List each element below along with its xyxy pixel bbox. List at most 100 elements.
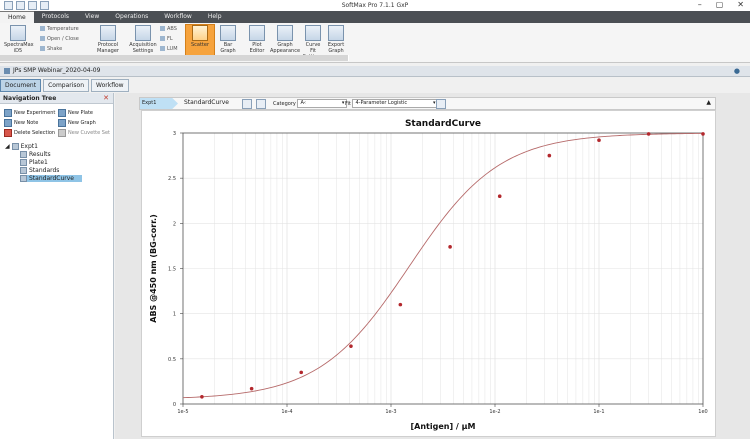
tree-node-expt1[interactable]: ◢ Expt1: [5, 143, 38, 150]
close-button[interactable]: ✕: [737, 0, 744, 9]
delete-selection-button[interactable]: Delete Selection: [4, 129, 55, 137]
bar-chart-icon: [220, 25, 236, 41]
expand-icon[interactable]: ◢: [5, 143, 10, 150]
protocol-manager-button[interactable]: Protocol Manager: [96, 25, 120, 54]
new-experiment-button[interactable]: New Experiment: [4, 109, 55, 117]
palette-icon: [277, 25, 293, 41]
abs-button[interactable]: ABS: [160, 26, 177, 32]
data-point: [299, 370, 304, 375]
experiment-icon: [4, 109, 12, 117]
export-graph-button[interactable]: Export Graph: [326, 25, 346, 54]
tab-workflow[interactable]: Workflow: [91, 79, 129, 92]
results-icon: [20, 151, 27, 158]
tree-node-plate1[interactable]: Plate1: [20, 159, 48, 166]
data-point: [701, 132, 705, 136]
graph-card: 1e-5 1e-4 1e-3 1e-2 1e-1 1e0 0 0.5 1 1.5 2 2.5 3 Stan…: [141, 110, 716, 437]
abs-icon: [160, 26, 165, 31]
x-tick-label: 1e0: [698, 409, 707, 415]
navigation-panel: Navigation Tree ✕ New Experiment New Pla…: [0, 93, 114, 439]
y-tick-label: 2.5: [168, 176, 176, 182]
temperature-button[interactable]: Temperature: [40, 26, 79, 32]
menu-operations[interactable]: Operations: [107, 11, 156, 23]
collapse-icon[interactable]: ▲: [706, 99, 711, 106]
category-dropdown[interactable]: A‹ ▾: [297, 99, 348, 108]
menu-help[interactable]: Help: [200, 11, 230, 23]
y-tick-label: 0.5: [168, 357, 176, 363]
help-icon[interactable]: ●: [734, 67, 740, 75]
lum-button[interactable]: LUM: [160, 46, 178, 52]
tree-node-standardcurve[interactable]: StandardCurve: [20, 175, 82, 182]
menu-view[interactable]: View: [77, 11, 107, 23]
new-plate-button[interactable]: New Plate: [58, 109, 93, 117]
tab-document[interactable]: Document: [0, 79, 42, 92]
plot-editor-button[interactable]: Plot Editor: [246, 25, 268, 54]
menu-bar: Home Protocols View Operations Workflow …: [0, 11, 750, 24]
bar-graph-button[interactable]: Bar Graph: [216, 25, 240, 54]
acquisition-settings-button[interactable]: Acquisition Settings: [128, 25, 158, 54]
y-axis-label: ABS @450 nm (BG-corr.): [149, 214, 158, 322]
graph-settings-icon[interactable]: [242, 99, 252, 109]
tree-node-standards[interactable]: Standards: [20, 167, 59, 174]
data-point: [249, 386, 254, 391]
ribbon-group-label: [244, 55, 349, 61]
new-graph-button[interactable]: New Graph: [58, 119, 96, 127]
data-point: [349, 344, 353, 348]
fl-icon: [160, 36, 165, 41]
new-note-button[interactable]: New Note: [4, 119, 38, 127]
ribbon-group-label: [36, 55, 93, 61]
tree-node-results[interactable]: Results: [20, 151, 51, 158]
menu-protocols[interactable]: Protocols: [34, 11, 77, 23]
lum-icon: [160, 46, 165, 51]
ribbon-group-label: [182, 55, 245, 61]
app-title: SoftMax Pro 7.1.1 GxP: [341, 2, 409, 9]
y-tick-label: 1.5: [168, 267, 176, 273]
fit-dropdown[interactable]: 4-Parameter Logistic ▾: [352, 99, 439, 108]
fit-selector[interactable]: Fit 4-Parameter Logistic ▾: [345, 99, 439, 108]
cuvette-icon: [58, 129, 66, 137]
menu-workflow[interactable]: Workflow: [156, 11, 200, 23]
document-name: JPs SMP Webinar_2020-04-09: [13, 67, 101, 74]
instrument-icon: [10, 25, 26, 41]
shake-button[interactable]: Shake: [40, 46, 62, 52]
document-tabs: Document Comparison Workflow: [0, 79, 129, 92]
print-icon[interactable]: [256, 99, 266, 109]
data-point: [200, 394, 204, 399]
graph-icon: [20, 175, 27, 182]
spectramax-button[interactable]: SpectraMax iD5: [4, 25, 34, 54]
experiment-tab[interactable]: Expt1: [140, 98, 178, 109]
document-bar: JPs SMP Webinar_2020-04-09 ●: [0, 66, 750, 77]
open-close-button[interactable]: Open / Close: [40, 36, 79, 42]
y-tick-label: 1: [173, 312, 176, 318]
graph-name: StandardCurve: [184, 99, 229, 106]
new-cuvette-set-button[interactable]: New Cuvette Set: [58, 129, 110, 137]
x-tick-label: 1e-2: [489, 409, 500, 415]
protocol-icon: [100, 25, 116, 41]
fl-button[interactable]: FL: [160, 36, 173, 42]
data-point: [646, 132, 651, 136]
data-point: [597, 138, 601, 143]
plate-icon: [58, 109, 66, 117]
minimize-button[interactable]: –: [698, 0, 702, 9]
plate-icon: [20, 159, 27, 166]
chart-title: StandardCurve: [405, 119, 481, 129]
scatter-button[interactable]: Scatter: [185, 24, 215, 57]
maximize-button[interactable]: ▢: [716, 0, 724, 9]
table-icon: [20, 167, 27, 174]
navigation-tree-header: Navigation Tree ✕: [0, 93, 113, 104]
data-point: [448, 245, 452, 249]
curve-fit-icon: [305, 25, 321, 41]
fit-settings-icon[interactable]: [436, 99, 446, 109]
settings-icon: [135, 25, 151, 41]
y-tick-label: 2: [173, 221, 176, 227]
graph-icon: [58, 119, 66, 127]
scatter-chart-icon: [192, 25, 208, 41]
x-tick-label: 1e-3: [385, 409, 396, 415]
category-selector[interactable]: Category A‹ ▾: [273, 99, 348, 108]
graph-appearance-button[interactable]: Graph Appearance: [270, 25, 300, 54]
tab-comparison[interactable]: Comparison: [43, 79, 90, 92]
delete-icon: [4, 129, 12, 137]
note-icon: [4, 119, 12, 127]
pin-icon[interactable]: ✕: [103, 94, 109, 102]
thermometer-icon: [40, 26, 45, 31]
standard-curve-chart: 1e-5 1e-4 1e-3 1e-2 1e-1 1e0 0 0.5 1 1.5 2 2.5 3 Stan…: [149, 119, 708, 431]
